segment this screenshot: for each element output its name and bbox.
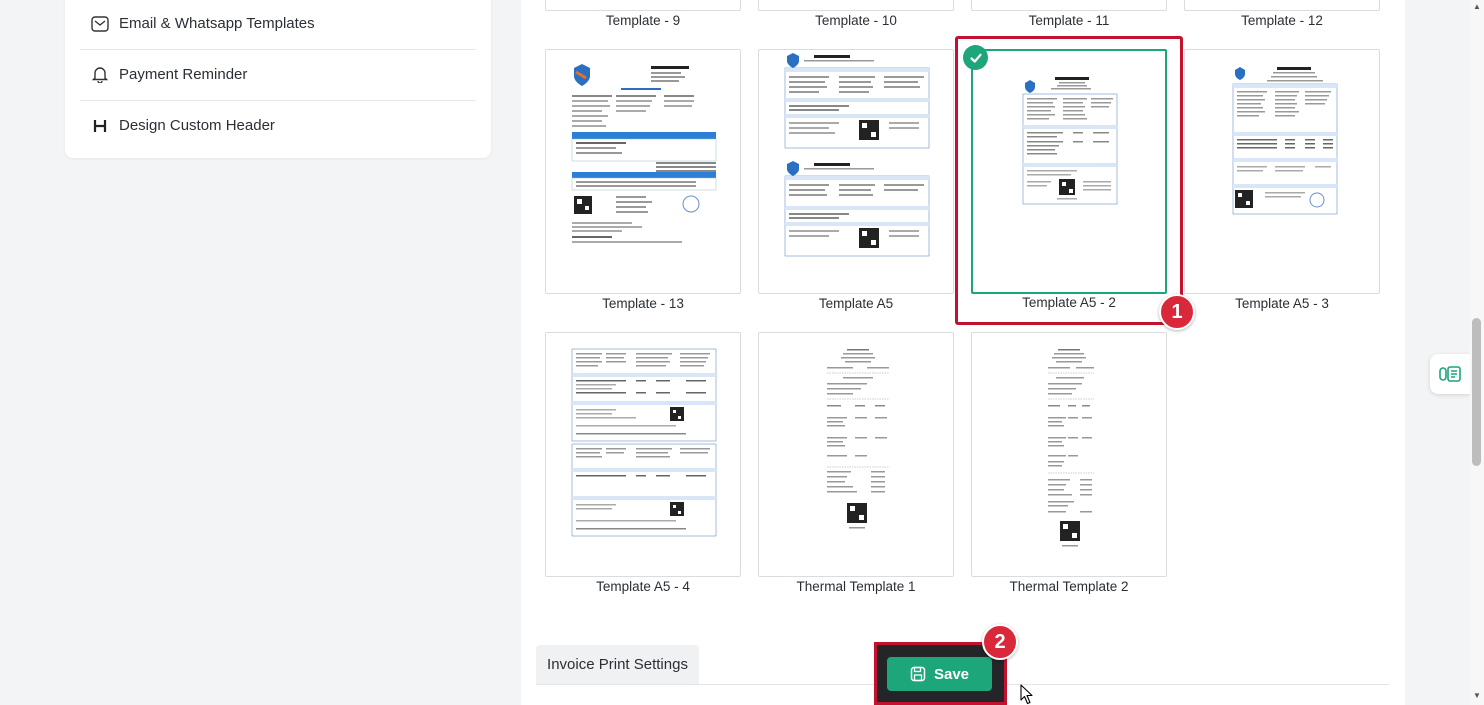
template-thumbnail[interactable] (545, 0, 741, 11)
menu-item-payment-reminder[interactable]: Payment Reminder (80, 49, 476, 100)
template-label[interactable]: Thermal Template 1 (758, 579, 954, 594)
envelope-icon (91, 15, 109, 33)
thermal-template-1-thumbnail[interactable] (758, 332, 954, 577)
menu-item-design-custom-header[interactable]: Design Custom Header (80, 100, 476, 151)
scroll-up-arrow-icon[interactable]: ▲ (1472, 2, 1482, 12)
template-label[interactable]: Template - 13 (545, 296, 741, 311)
scroll-down-arrow-icon[interactable]: ▼ (1472, 691, 1482, 701)
bell-icon (91, 66, 109, 84)
tab-invoice-print-settings[interactable]: Invoice Print Settings (536, 645, 699, 684)
step-badge-2: 2 (982, 624, 1018, 660)
template-thumbnail[interactable] (1184, 0, 1380, 11)
template-label[interactable]: Template A5 - 2 (971, 295, 1167, 310)
template-label[interactable]: Template - 9 (545, 13, 741, 28)
thermal-template-2-thumbnail[interactable] (971, 332, 1167, 577)
selected-check-icon (963, 45, 988, 70)
save-button-label: Save (933, 665, 970, 683)
template-label[interactable]: Template A5 - 4 (545, 579, 741, 594)
save-button[interactable]: Save (887, 657, 992, 691)
template-label[interactable]: Thermal Template 2 (971, 579, 1167, 594)
template-thumbnail[interactable] (971, 0, 1167, 11)
template-label[interactable]: Template A5 (758, 296, 954, 311)
save-icon (910, 666, 926, 682)
template-a5-thumbnail[interactable] (758, 49, 954, 294)
menu-item-label: Payment Reminder (119, 66, 248, 83)
template-13-thumbnail[interactable] (545, 49, 741, 294)
template-label[interactable]: Template - 11 (971, 13, 1167, 28)
floating-widget-button[interactable] (1430, 354, 1470, 394)
step-badge-1: 1 (1159, 294, 1195, 330)
mouse-cursor-icon (1020, 684, 1034, 705)
menu-item-label: Design Custom Header (119, 117, 275, 134)
invoice-widget-icon (1439, 366, 1461, 382)
template-label[interactable]: Template - 12 (1184, 13, 1380, 28)
scrollbar-thumb[interactable] (1472, 318, 1481, 466)
settings-menu-card: Email & Whatsapp Templates Payment Remin… (65, 0, 491, 158)
template-label[interactable]: Template A5 - 3 (1184, 296, 1380, 311)
template-label[interactable]: Template - 10 (758, 13, 954, 28)
template-a5-3-thumbnail[interactable] (1184, 49, 1380, 294)
template-a5-2-thumbnail[interactable] (971, 49, 1167, 294)
template-thumbnail[interactable] (758, 0, 954, 11)
menu-item-label: Email & Whatsapp Templates (119, 15, 315, 32)
template-a5-4-thumbnail[interactable] (545, 332, 741, 577)
menu-item-email-whatsapp-templates[interactable]: Email & Whatsapp Templates (80, 0, 476, 49)
header-h-icon (91, 117, 109, 135)
